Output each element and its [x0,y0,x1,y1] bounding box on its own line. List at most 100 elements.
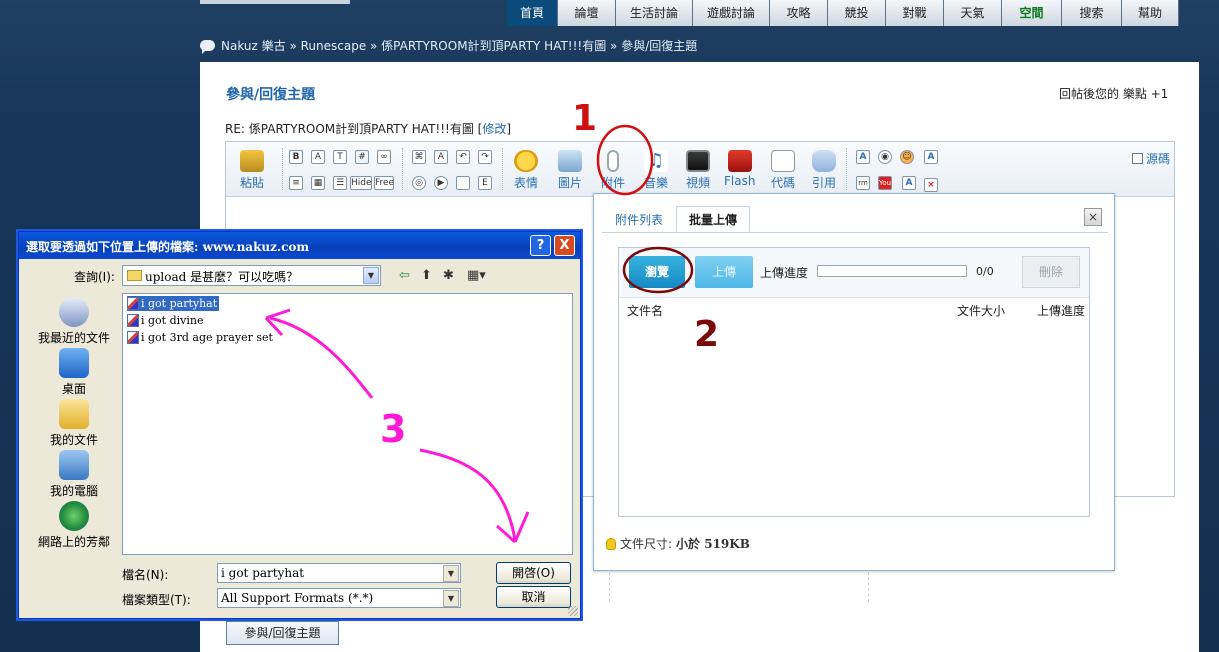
quote-button[interactable]: 引用 [812,150,836,191]
redo-icon[interactable]: ↷ [478,150,492,164]
hide-icon[interactable]: Hide [350,176,372,190]
unlink-icon[interactable]: ⌘ [412,150,426,164]
nav-tab-life[interactable]: 生活討論 [616,0,693,26]
file-list[interactable]: i got partyhat i got divine i got 3rd ag… [122,293,573,555]
nav-tab-weather[interactable]: 天氣 [944,0,1002,26]
close-upload-button[interactable]: × [1084,208,1102,226]
divider [868,572,869,602]
submit-reply-button[interactable]: 參與/回復主題 [226,621,339,645]
nav-tab-forum[interactable]: 論壇 [558,0,616,26]
file-item-label: i got 3rd age prayer set [141,331,273,344]
image-button[interactable]: 圖片 [558,150,582,191]
source-mode-toggle[interactable]: 源碼 [1132,150,1170,167]
source-checkbox[interactable] [1132,153,1143,164]
font-size-icon[interactable]: T [333,150,347,164]
nav-tab-home[interactable]: 首頁 [507,0,558,26]
nav-tab-search[interactable]: 搜索 [1062,0,1122,26]
media-icon[interactable]: ◉ [878,150,892,164]
new-folder-icon[interactable]: ✱ [443,268,454,283]
progress-label: 上傳進度 [760,266,809,280]
view-menu-icon[interactable]: ▦▾ [467,268,486,283]
place-my-documents-label: 我的文件 [49,433,98,447]
subscript-icon[interactable]: A [924,150,938,164]
place-recent[interactable]: 我最近的文件 [25,297,123,346]
list-icon[interactable]: ☰ [333,176,347,190]
nav-tab-battle[interactable]: 對戰 [886,0,944,26]
emoticon-button[interactable]: 表情 [514,150,538,191]
filename-value: i got partyhat [221,566,305,580]
flash-label: Flash [724,174,756,188]
tab-batch-upload[interactable]: 批量上傳 [676,206,751,232]
file-open-dialog: 選取要透過如下位置上傳的檔案: www.nakuz.com ? X 查詢(I):… [18,231,581,619]
play-icon[interactable]: ▶ [434,176,448,190]
nav-tab-games[interactable]: 遊戲討論 [693,0,770,26]
music-button[interactable]: ♫ 音樂 [644,150,668,191]
network-icon [59,501,89,531]
video-button[interactable]: 視頻 [686,150,710,191]
face-icon[interactable]: ☺ [900,150,914,164]
page-icon[interactable] [456,176,470,190]
youtube-icon[interactable]: You [878,176,892,190]
nav-tab-auction[interactable]: 競投 [828,0,886,26]
table-icon[interactable]: # [355,150,369,164]
flash-button[interactable]: Flash [724,150,755,188]
up-folder-icon[interactable]: ⬆ [421,268,432,283]
code-button[interactable]: 代碼 [771,150,795,191]
free-icon[interactable]: Free [374,176,394,190]
cancel-button[interactable]: 取消 [496,586,571,608]
filetype-select[interactable]: All Support Formats (*.*) ▼ [217,588,461,608]
link-icon[interactable]: ∞ [377,150,391,164]
chevron-down-icon[interactable]: ▼ [363,267,379,284]
folder-icon [127,270,142,281]
help-button[interactable]: ? [530,235,551,256]
browse-button[interactable]: 瀏覽 [629,256,685,288]
upload-tabs: 附件列表 批量上傳 [602,206,751,232]
place-my-documents[interactable]: 我的文件 [25,399,123,448]
top-navigation: 首頁 論壇 生活討論 遊戲討論 攻略 競投 對戰 天氣 空間 搜索 幫助 [507,0,1179,26]
upload-button[interactable]: 上傳 [695,256,753,288]
place-network[interactable]: 網路上的芳鄰 [25,501,123,550]
nav-tab-help[interactable]: 幫助 [1122,0,1179,26]
rm-icon[interactable]: rm [856,176,870,190]
nav-tab-space[interactable]: 空間 [1002,0,1062,26]
superscript-icon[interactable]: A [902,176,916,190]
speech-bubble-icon [200,39,215,54]
file-item[interactable]: i got divine [127,313,205,328]
file-item[interactable]: i got partyhat [127,296,220,311]
place-my-computer[interactable]: 我的電腦 [25,450,123,499]
look-in-dropdown[interactable]: upload 是甚麼？可以吃嗎？ ▼ [122,265,381,286]
place-desktop[interactable]: 桌面 [25,348,123,397]
tab-attachment-list[interactable]: 附件列表 [602,206,676,232]
reply-subject: RE: 係PARTYROOM計到頂PARTY HAT!!!有圖 [修改] [225,120,511,137]
insert-media-icon[interactable]: ◎ [412,176,426,190]
attachment-button[interactable]: 附件 [601,150,625,191]
file-item[interactable]: i got 3rd age prayer set [127,330,275,345]
open-button[interactable]: 開啓(O) [496,562,571,584]
site-logo[interactable] [200,0,350,4]
chevron-down-icon[interactable]: ▼ [443,590,459,607]
font-color-icon[interactable]: A [311,150,325,164]
nav-tab-guides[interactable]: 攻略 [770,0,828,26]
toolbar-separator [282,148,283,190]
code-icon [771,150,795,172]
undo-icon[interactable]: ↶ [456,150,470,164]
chevron-down-icon[interactable]: ▼ [443,565,459,582]
document-icon[interactable]: E [478,176,492,190]
back-icon[interactable]: ⇦ [399,268,410,283]
resize-grip[interactable] [568,606,578,616]
breadcrumb-text[interactable]: Nakuz 樂古 » Runescape » 係PARTYROOM計到頂PART… [221,37,697,54]
edit-subject-link[interactable]: 修改 [482,122,506,136]
grid-icon[interactable]: ▦ [311,176,325,190]
delete-button[interactable]: 刪除 [1022,256,1080,288]
column-progress: 上傳進度 [1037,304,1086,318]
align-left-icon[interactable]: ≡ [289,176,303,190]
look-in-value: upload 是甚麼？可以吃嗎？ [145,270,299,284]
bold-icon[interactable]: B [289,150,303,164]
paste-button[interactable]: 粘貼 [240,150,264,191]
filename-input[interactable]: i got partyhat ▼ [217,563,461,583]
dialog-close-button[interactable]: X [554,235,575,256]
clear-format-icon[interactable]: A [434,150,448,164]
font-style-icon[interactable]: A [856,150,870,164]
flash-icon [727,150,752,172]
recent-documents-icon [59,297,89,327]
